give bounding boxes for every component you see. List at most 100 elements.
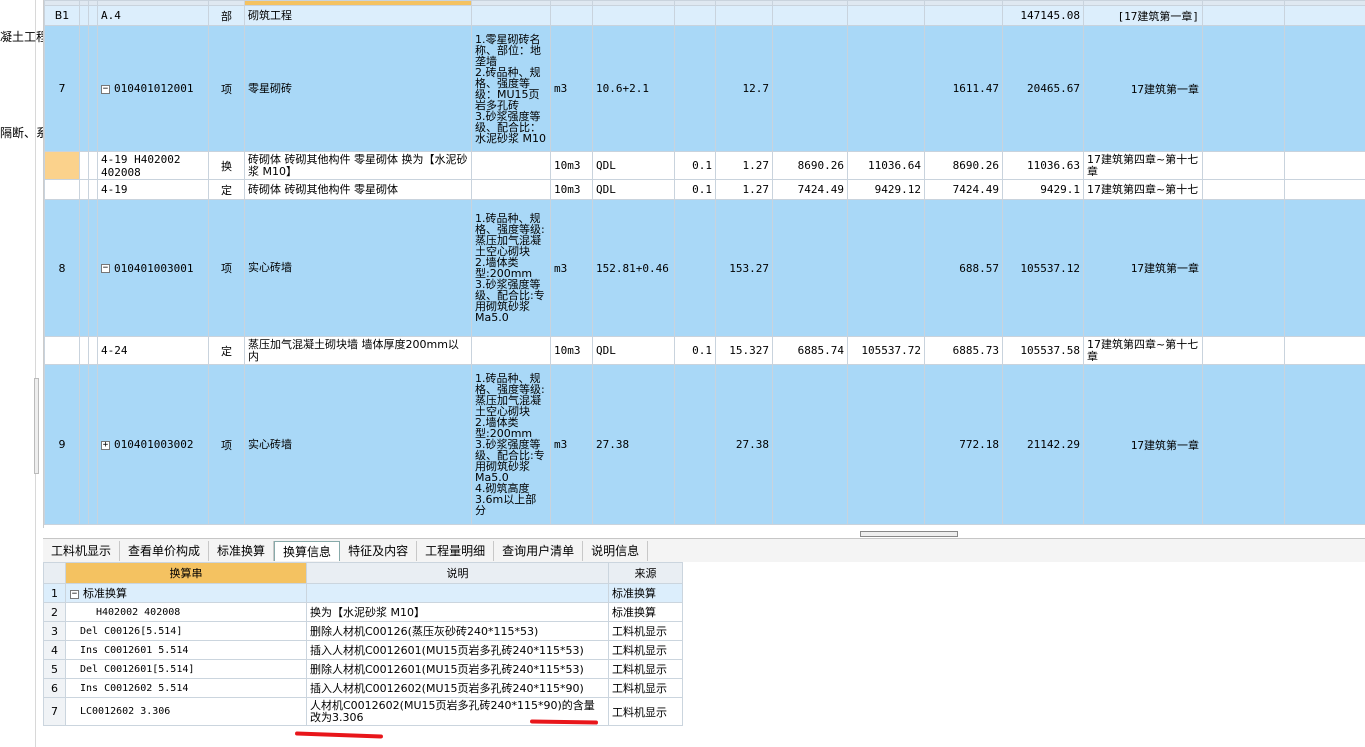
unit-price-a[interactable]: [772, 199, 848, 337]
item-features[interactable]: 1.砖品种、规格、强度等级:蒸压加气混凝土空心砌块 2.墙体类型:200mm 3…: [471, 364, 551, 525]
unit-price-b[interactable]: 105537.72: [847, 336, 925, 365]
content-ratio[interactable]: 0.1: [674, 179, 716, 200]
item-quantity[interactable]: 153.27: [715, 199, 773, 337]
grid-horizontal-scrollbar[interactable]: [860, 531, 958, 537]
item-unit[interactable]: m3: [550, 364, 593, 525]
row-seq[interactable]: 9: [44, 364, 80, 525]
content-ratio[interactable]: [674, 5, 716, 26]
unit-price-c[interactable]: 8690.26: [924, 151, 1003, 180]
tab-5[interactable]: 特征及内容: [340, 540, 418, 561]
bill-row[interactable]: 4-24 定蒸压加气混凝土砌块墙 墙体厚度200mm以内 10m3 QDL 0.1 15.…: [44, 336, 1365, 365]
unit-price-a[interactable]: [772, 364, 848, 525]
tree-gutter[interactable]: [79, 5, 89, 26]
extra-col[interactable]: [1284, 5, 1365, 26]
tree-gutter[interactable]: [88, 336, 98, 365]
tab-1[interactable]: 工料机显示: [43, 540, 121, 561]
item-name[interactable]: 砖砌体 砖砌其他构件 零星砌体 换为【水泥砂浆 M10】: [244, 151, 472, 180]
tab-7[interactable]: 查询用户清单: [494, 540, 584, 561]
content-ratio[interactable]: 0.1: [674, 336, 716, 365]
conversion-source[interactable]: 工料机显示: [608, 697, 683, 726]
row-seq[interactable]: 7: [44, 25, 80, 152]
extra-col[interactable]: [1202, 5, 1285, 26]
item-unit[interactable]: 10m3: [550, 336, 593, 365]
tree-gutter[interactable]: [79, 199, 89, 337]
item-name[interactable]: 零星砌砖: [244, 25, 472, 152]
conversion-source[interactable]: 工料机显示: [608, 678, 683, 698]
qty-expression[interactable]: 10.6+2.1: [592, 25, 675, 152]
item-name[interactable]: 实心砖墙: [244, 199, 472, 337]
chapter-ref[interactable]: 17建筑第一章: [1083, 25, 1203, 152]
item-type[interactable]: 换: [208, 151, 245, 180]
conversion-row[interactable]: 1− 标准换算 标准换算: [43, 583, 683, 603]
item-code[interactable]: 4-19: [97, 179, 209, 200]
unit-price-c[interactable]: 772.18: [924, 364, 1003, 525]
chapter-ref[interactable]: [17建筑第一章]: [1083, 5, 1203, 26]
extra-col[interactable]: [1202, 151, 1285, 180]
item-code[interactable]: A.4: [97, 5, 209, 26]
conversion-row[interactable]: 4 Ins C0012601 5.514 插入人材机C0012601(MU15页岩多…: [43, 640, 683, 660]
conversion-desc[interactable]: 插入人材机C0012601(MU15页岩多孔砖240*115*53): [306, 640, 609, 660]
expand-toggle-icon[interactable]: +: [101, 440, 110, 450]
item-code[interactable]: −010401012001: [97, 25, 209, 152]
qty-expression[interactable]: 152.81+0.46: [592, 199, 675, 337]
item-code[interactable]: 4-24: [97, 336, 209, 365]
conversion-desc[interactable]: 插入人材机C0012602(MU15页岩多孔砖240*115*90): [306, 678, 609, 698]
unit-price-a[interactable]: 7424.49: [772, 179, 848, 200]
bill-row[interactable]: 4-19 定砖砌体 砖砌其他构件 零星砌体 10m3 QDL 0.1 1.27 7424.4…: [44, 179, 1365, 200]
total-price[interactable]: 20465.67: [1002, 25, 1084, 152]
unit-price-b[interactable]: [847, 5, 925, 26]
chapter-ref[interactable]: 17建筑第一章: [1083, 364, 1203, 525]
item-quantity[interactable]: 12.7: [715, 25, 773, 152]
qty-expression[interactable]: QDL: [592, 336, 675, 365]
bill-row[interactable]: B1 A.4 部砌筑工程 147145.08 [17建筑第一章]: [44, 5, 1365, 26]
qty-expression[interactable]: 27.38: [592, 364, 675, 525]
qty-expression[interactable]: QDL: [592, 179, 675, 200]
item-type[interactable]: 定: [208, 336, 245, 365]
tree-gutter[interactable]: [79, 364, 89, 525]
header-desc[interactable]: 说明: [306, 562, 609, 584]
item-code[interactable]: −010401003001: [97, 199, 209, 337]
row-seq[interactable]: 8: [44, 199, 80, 337]
conversion-source[interactable]: 标准换算: [608, 602, 683, 622]
row-seq[interactable]: [44, 151, 80, 180]
item-features[interactable]: [471, 179, 551, 200]
item-quantity[interactable]: 27.38: [715, 364, 773, 525]
item-features[interactable]: [471, 5, 551, 26]
item-name[interactable]: 砖砌体 砖砌其他构件 零星砌体: [244, 179, 472, 200]
chapter-ref[interactable]: 17建筑第四章~第十七: [1083, 179, 1203, 200]
tree-gutter[interactable]: [79, 25, 89, 152]
qty-expression[interactable]: [592, 5, 675, 26]
conversion-expr[interactable]: Ins C0012602 5.514: [65, 678, 307, 698]
total-price[interactable]: 105537.58: [1002, 336, 1084, 365]
total-price[interactable]: 147145.08: [1002, 5, 1084, 26]
unit-price-b[interactable]: [847, 25, 925, 152]
extra-col[interactable]: [1284, 151, 1365, 180]
conversion-desc[interactable]: 删除人材机C00126(蒸压灰砂砖240*115*53): [306, 621, 609, 641]
header-source[interactable]: 来源: [608, 562, 683, 584]
tree-gutter[interactable]: [79, 179, 89, 200]
content-ratio[interactable]: [674, 364, 716, 525]
item-features[interactable]: [471, 336, 551, 365]
tree-gutter[interactable]: [88, 179, 98, 200]
tab-8[interactable]: 说明信息: [583, 540, 649, 561]
tree-gutter[interactable]: [79, 151, 89, 180]
item-type[interactable]: 项: [208, 364, 245, 525]
conversion-expr[interactable]: H402002 402008: [65, 602, 307, 622]
item-unit[interactable]: 10m3: [550, 151, 593, 180]
unit-price-b[interactable]: 9429.12: [847, 179, 925, 200]
extra-col[interactable]: [1284, 364, 1365, 525]
unit-price-a[interactable]: [772, 5, 848, 26]
bill-row[interactable]: 4-19 H402002 402008 换砖砌体 砖砌其他构件 零星砌体 换为【水…: [44, 151, 1365, 180]
unit-price-c[interactable]: 6885.73: [924, 336, 1003, 365]
conversion-row[interactable]: 3 Del C00126[5.514] 删除人材机C00126(蒸压灰砂砖240*1…: [43, 621, 683, 641]
conversion-source[interactable]: 工料机显示: [608, 659, 683, 679]
bill-row[interactable]: 8−010401003001 项实心砖墙 1.砖品种、规格、强度等级:蒸压加气混凝土…: [44, 199, 1365, 337]
extra-col[interactable]: [1284, 25, 1365, 152]
unit-price-a[interactable]: [772, 25, 848, 152]
item-type[interactable]: 部: [208, 5, 245, 26]
conversion-desc[interactable]: 删除人材机C0012601(MU15页岩多孔砖240*115*53): [306, 659, 609, 679]
extra-col[interactable]: [1202, 336, 1285, 365]
collapse-toggle-icon[interactable]: −: [101, 84, 110, 94]
qty-expression[interactable]: QDL: [592, 151, 675, 180]
chapter-ref[interactable]: 17建筑第一章: [1083, 199, 1203, 337]
